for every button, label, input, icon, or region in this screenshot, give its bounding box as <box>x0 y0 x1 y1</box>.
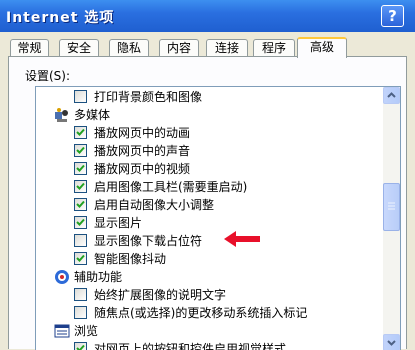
checkbox[interactable] <box>74 162 87 175</box>
tab-advanced[interactable]: 高级 <box>297 37 347 58</box>
category-multimedia: 多媒体 <box>36 106 376 124</box>
tab-connections[interactable]: 连接 <box>206 39 248 57</box>
window-title: Internet 选项 <box>6 10 115 26</box>
annotation-arrow-icon <box>224 231 260 247</box>
help-button[interactable]: ? <box>381 5 404 27</box>
check-icon <box>76 344 85 350</box>
checkbox[interactable] <box>74 288 87 301</box>
check-icon <box>76 254 85 262</box>
check-icon <box>76 200 85 208</box>
checkbox[interactable] <box>74 198 87 211</box>
check-icon <box>76 182 85 190</box>
advanced-panel: 设置(S): 打印背景颜色和图像 多媒体 播放网页中的动画 播放网页中的声音 播… <box>8 56 407 350</box>
checkbox[interactable] <box>74 216 87 229</box>
chevron-down-icon <box>387 340 396 346</box>
check-icon <box>76 128 85 136</box>
grip-icon <box>388 202 395 210</box>
checkbox[interactable] <box>74 252 87 265</box>
checkbox[interactable] <box>74 234 87 247</box>
settings-label: 设置(S): <box>25 69 71 83</box>
scroll-up-button[interactable] <box>383 87 400 104</box>
checkbox[interactable] <box>74 306 87 319</box>
scroll-thumb[interactable] <box>383 183 400 231</box>
accessibility-icon <box>55 270 69 284</box>
checkbox[interactable] <box>74 180 87 193</box>
list-item[interactable]: 播放网页中的声音 <box>36 142 376 160</box>
tab-security[interactable]: 安全 <box>59 39 99 57</box>
list-item[interactable]: 显示图片 <box>36 214 376 232</box>
scroll-down-button[interactable] <box>383 334 400 350</box>
multimedia-icon <box>55 108 68 122</box>
tab-privacy[interactable]: 隐私 <box>109 39 149 57</box>
vertical-scrollbar[interactable] <box>383 87 400 350</box>
checkbox[interactable] <box>74 144 87 157</box>
tab-content[interactable]: 内容 <box>159 39 199 57</box>
list-item[interactable]: 播放网页中的视频 <box>36 160 376 178</box>
category-accessibility: 辅助功能 <box>36 268 376 286</box>
tab-programs[interactable]: 程序 <box>253 39 295 57</box>
check-icon <box>76 164 85 172</box>
list-item[interactable]: 打印背景颜色和图像 <box>36 88 376 106</box>
list-item[interactable]: 启用图像工具栏(需要重启动) <box>36 178 376 196</box>
category-browsing: 浏览 <box>36 322 376 340</box>
list-item[interactable]: 显示图像下载占位符 <box>36 232 376 250</box>
check-icon <box>76 146 85 154</box>
list-item[interactable]: 播放网页中的动画 <box>36 124 376 142</box>
checkbox[interactable] <box>74 126 87 139</box>
list-item[interactable]: 随焦点(或选择)的更改移动系统插入标记 <box>36 304 376 322</box>
tab-general[interactable]: 常规 <box>10 39 49 57</box>
settings-listbox[interactable]: 打印背景颜色和图像 多媒体 播放网页中的动画 播放网页中的声音 播放网页中的视频 <box>35 86 401 350</box>
list-item[interactable]: 始终扩展图像的说明文字 <box>36 286 376 304</box>
checkbox[interactable] <box>74 90 87 103</box>
chevron-up-icon <box>387 92 396 98</box>
check-icon <box>76 218 85 226</box>
browsing-icon <box>54 324 70 338</box>
list-item[interactable]: 智能图像抖动 <box>36 250 376 268</box>
list-item[interactable]: 启用自动图像大小调整 <box>36 196 376 214</box>
title-bar[interactable]: Internet 选项 ? <box>0 0 415 32</box>
